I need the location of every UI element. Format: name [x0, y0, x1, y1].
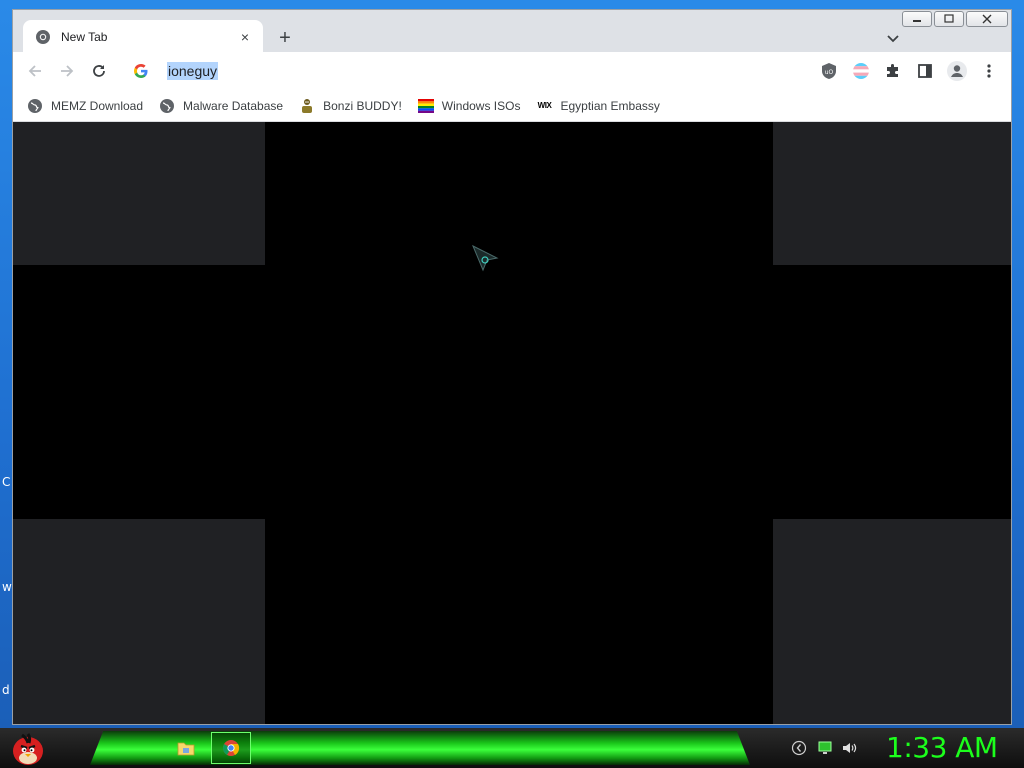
mouse-pointer-icon: [472, 244, 499, 272]
desktop-icon-label-fragment[interactable]: C: [2, 475, 10, 489]
corner-panel: [13, 519, 265, 724]
angry-bird-icon: [13, 733, 43, 765]
profile-button[interactable]: [945, 59, 969, 83]
chevron-down-icon: [887, 35, 899, 43]
tab-search-button[interactable]: [881, 26, 905, 50]
bookmark-label: MEMZ Download: [51, 98, 144, 113]
bookmark-malware-database[interactable]: Malware Database: [159, 98, 283, 114]
taskbar-clock[interactable]: 1:33 AM: [886, 731, 998, 764]
arrow-right-icon: [61, 65, 74, 77]
taskbar-file-explorer[interactable]: [166, 732, 206, 764]
file-explorer-icon: [177, 742, 195, 756]
desktop-icon-label-fragment[interactable]: d: [2, 683, 10, 697]
chrome-menu-button[interactable]: [977, 59, 1001, 83]
minimize-icon: [913, 20, 921, 22]
bookmarks-bar: MEMZ Download Malware Database Bonzi BUD…: [13, 90, 1011, 122]
rainbow-flag-icon: [417, 98, 434, 114]
corner-panel: [13, 122, 265, 265]
start-button[interactable]: [8, 729, 48, 767]
bookmark-label: Malware Database: [183, 98, 284, 113]
restore-button[interactable]: [934, 11, 964, 27]
desktop-icon-label-fragment[interactable]: w: [2, 580, 12, 594]
corner-panel: [773, 122, 1011, 265]
toolbar: ioneguy uO: [13, 52, 1011, 90]
taskbar-chrome[interactable]: [211, 732, 251, 764]
corner-panel: [773, 519, 1011, 724]
bookmark-label: Windows ISOs: [441, 98, 521, 113]
globe-icon: [27, 98, 43, 114]
side-panel-button[interactable]: [913, 59, 937, 83]
omnibox[interactable]: ioneguy: [123, 58, 803, 84]
trans-flag-icon: [853, 63, 869, 79]
new-tab-button[interactable]: +: [271, 24, 299, 52]
taskbar: 1:33 AM: [0, 728, 1024, 768]
page-content[interactable]: [13, 122, 1011, 724]
minimize-button[interactable]: [902, 11, 932, 27]
extensions-button[interactable]: [881, 59, 905, 83]
chrome-favicon-icon: [36, 29, 50, 44]
ublock-icon: uO: [822, 63, 836, 79]
tab-new-tab[interactable]: New Tab ×: [23, 20, 263, 53]
reload-icon: [93, 65, 105, 77]
close-icon: [982, 14, 992, 24]
close-window-button[interactable]: [966, 11, 1008, 27]
google-g-icon: [134, 64, 148, 78]
tray-keyboard[interactable]: [789, 738, 809, 758]
tab-strip: New Tab × +: [13, 10, 1011, 53]
tray-volume[interactable]: [839, 738, 859, 758]
chrome-window: New Tab × + ioneguy uO MEMZ Download Mal…: [12, 9, 1012, 725]
reload-button[interactable]: [87, 59, 111, 83]
ublock-extension[interactable]: uO: [817, 59, 841, 83]
kebab-menu-icon: [987, 64, 991, 78]
restore-icon: [944, 14, 954, 23]
bookmark-memz-download[interactable]: MEMZ Download: [27, 98, 143, 114]
bookmark-windows-isos[interactable]: Windows ISOs: [417, 98, 521, 114]
bookmark-label: Bonzi BUDDY!: [323, 98, 402, 113]
tray-network[interactable]: [815, 738, 835, 758]
back-button[interactable]: [23, 59, 47, 83]
omnibox-input[interactable]: ioneguy: [167, 62, 219, 80]
trans-flag-extension[interactable]: [849, 59, 873, 83]
tab-title: New Tab: [61, 29, 108, 44]
globe-icon: [159, 98, 175, 114]
forward-button[interactable]: [55, 59, 79, 83]
keyboard-icon: [791, 740, 807, 756]
svg-text:uO: uO: [825, 69, 834, 76]
chrome-icon: [222, 740, 240, 756]
puzzle-icon: [887, 64, 898, 77]
bookmark-label: Egyptian Embassy: [560, 98, 660, 113]
network-icon: [818, 741, 832, 754]
arrow-left-icon: [28, 65, 41, 77]
bookmark-egyptian-embassy[interactable]: WIX Egyptian Embassy: [536, 98, 660, 114]
wix-icon: WIX: [537, 101, 552, 110]
side-panel-icon: [918, 64, 932, 78]
volume-icon: [843, 743, 857, 753]
tab-close-icon[interactable]: ×: [237, 29, 253, 45]
bonzi-icon: [299, 98, 315, 114]
profile-icon: [947, 61, 967, 81]
bookmark-bonzi-buddy[interactable]: Bonzi BUDDY!: [299, 98, 402, 114]
window-controls: [902, 11, 1008, 27]
